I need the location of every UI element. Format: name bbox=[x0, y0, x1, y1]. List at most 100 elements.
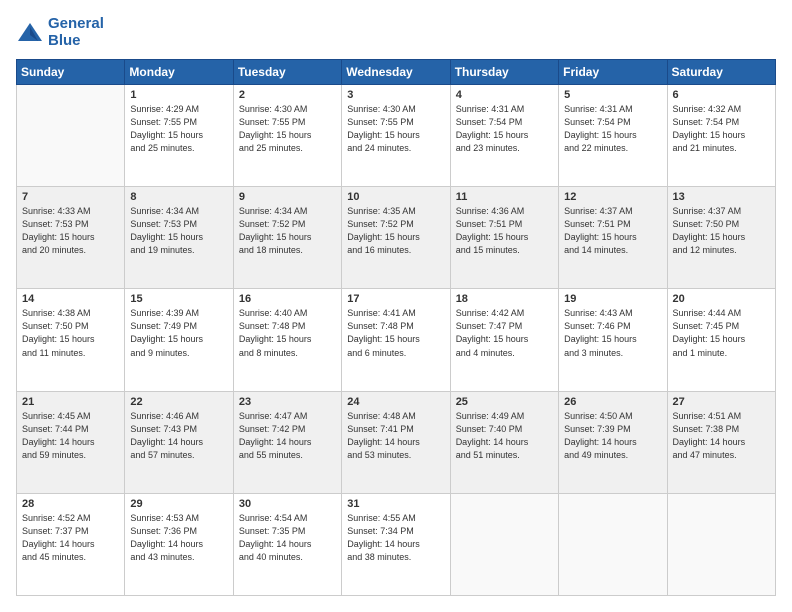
header-row: SundayMondayTuesdayWednesdayThursdayFrid… bbox=[17, 60, 776, 85]
day-number: 19 bbox=[564, 293, 661, 305]
day-info: Sunrise: 4:32 AMSunset: 7:54 PMDaylight:… bbox=[673, 103, 770, 155]
week-row-2: 7 Sunrise: 4:33 AMSunset: 7:53 PMDaylight… bbox=[17, 187, 776, 289]
day-info: Sunrise: 4:31 AMSunset: 7:54 PMDaylight:… bbox=[564, 103, 661, 155]
day-number: 21 bbox=[22, 396, 119, 408]
day-info: Sunrise: 4:49 AMSunset: 7:40 PMDaylight:… bbox=[456, 410, 553, 462]
day-info: Sunrise: 4:45 AMSunset: 7:44 PMDaylight:… bbox=[22, 410, 119, 462]
day-number: 22 bbox=[130, 396, 227, 408]
day-info: Sunrise: 4:44 AMSunset: 7:45 PMDaylight:… bbox=[673, 307, 770, 359]
day-info: Sunrise: 4:51 AMSunset: 7:38 PMDaylight:… bbox=[673, 410, 770, 462]
day-info: Sunrise: 4:50 AMSunset: 7:39 PMDaylight:… bbox=[564, 410, 661, 462]
week-row-5: 28 Sunrise: 4:52 AMSunset: 7:37 PMDayligh… bbox=[17, 493, 776, 595]
day-cell: 30 Sunrise: 4:54 AMSunset: 7:35 PMDayligh… bbox=[233, 493, 341, 595]
day-info: Sunrise: 4:30 AMSunset: 7:55 PMDaylight:… bbox=[239, 103, 336, 155]
day-number: 7 bbox=[22, 191, 119, 203]
day-info: Sunrise: 4:39 AMSunset: 7:49 PMDaylight:… bbox=[130, 307, 227, 359]
week-row-4: 21 Sunrise: 4:45 AMSunset: 7:44 PMDayligh… bbox=[17, 391, 776, 493]
day-cell: 31Sunrise: 4:55 AMSunset: 7:34 PMDayligh… bbox=[342, 493, 450, 595]
day-cell: 16 Sunrise: 4:40 AMSunset: 7:48 PMDayligh… bbox=[233, 289, 341, 391]
day-cell: 19 Sunrise: 4:43 AMSunset: 7:46 PMDayligh… bbox=[559, 289, 667, 391]
day-number: 14 bbox=[22, 293, 119, 305]
day-number: 26 bbox=[564, 396, 661, 408]
day-cell: 7 Sunrise: 4:33 AMSunset: 7:53 PMDaylight… bbox=[17, 187, 125, 289]
day-cell: 6 Sunrise: 4:32 AMSunset: 7:54 PMDaylight… bbox=[667, 85, 775, 187]
day-cell: 2 Sunrise: 4:30 AMSunset: 7:55 PMDaylight… bbox=[233, 85, 341, 187]
day-cell: 4 Sunrise: 4:31 AMSunset: 7:54 PMDaylight… bbox=[450, 85, 558, 187]
header-cell-tuesday: Tuesday bbox=[233, 60, 341, 85]
day-number: 1 bbox=[130, 89, 227, 101]
logo: General Blue bbox=[16, 16, 104, 49]
day-number: 5 bbox=[564, 89, 661, 101]
day-number: 2 bbox=[239, 89, 336, 101]
day-cell bbox=[559, 493, 667, 595]
day-number: 6 bbox=[673, 89, 770, 101]
day-cell: 28 Sunrise: 4:52 AMSunset: 7:37 PMDayligh… bbox=[17, 493, 125, 595]
day-cell: 13 Sunrise: 4:37 AMSunset: 7:50 PMDayligh… bbox=[667, 187, 775, 289]
day-number: 27 bbox=[673, 396, 770, 408]
day-cell bbox=[17, 85, 125, 187]
day-cell: 8 Sunrise: 4:34 AMSunset: 7:53 PMDaylight… bbox=[125, 187, 233, 289]
header-cell-wednesday: Wednesday bbox=[342, 60, 450, 85]
header-cell-saturday: Saturday bbox=[667, 60, 775, 85]
day-cell: 26 Sunrise: 4:50 AMSunset: 7:39 PMDayligh… bbox=[559, 391, 667, 493]
day-cell: 1 Sunrise: 4:29 AMSunset: 7:55 PMDaylight… bbox=[125, 85, 233, 187]
day-info: Sunrise: 4:36 AMSunset: 7:51 PMDaylight:… bbox=[456, 205, 553, 257]
header-cell-monday: Monday bbox=[125, 60, 233, 85]
day-info: Sunrise: 4:43 AMSunset: 7:46 PMDaylight:… bbox=[564, 307, 661, 359]
day-info: Sunrise: 4:33 AMSunset: 7:53 PMDaylight:… bbox=[22, 205, 119, 257]
day-number: 30 bbox=[239, 498, 336, 510]
day-cell: 27 Sunrise: 4:51 AMSunset: 7:38 PMDayligh… bbox=[667, 391, 775, 493]
day-cell: 14Sunrise: 4:38 AMSunset: 7:50 PMDayligh… bbox=[17, 289, 125, 391]
day-info: Sunrise: 4:35 AMSunset: 7:52 PMDaylight:… bbox=[347, 205, 444, 257]
day-info: Sunrise: 4:34 AMSunset: 7:53 PMDaylight:… bbox=[130, 205, 227, 257]
day-info: Sunrise: 4:37 AMSunset: 7:51 PMDaylight:… bbox=[564, 205, 661, 257]
day-cell: 21 Sunrise: 4:45 AMSunset: 7:44 PMDayligh… bbox=[17, 391, 125, 493]
day-info: Sunrise: 4:47 AMSunset: 7:42 PMDaylight:… bbox=[239, 410, 336, 462]
day-number: 4 bbox=[456, 89, 553, 101]
header: General Blue bbox=[16, 16, 776, 49]
day-info: Sunrise: 4:31 AMSunset: 7:54 PMDaylight:… bbox=[456, 103, 553, 155]
day-number: 13 bbox=[673, 191, 770, 203]
day-cell: 17 Sunrise: 4:41 AMSunset: 7:48 PMDayligh… bbox=[342, 289, 450, 391]
day-number: 25 bbox=[456, 396, 553, 408]
day-info: Sunrise: 4:37 AMSunset: 7:50 PMDaylight:… bbox=[673, 205, 770, 257]
day-number: 17 bbox=[347, 293, 444, 305]
day-cell: 11 Sunrise: 4:36 AMSunset: 7:51 PMDayligh… bbox=[450, 187, 558, 289]
day-cell: 24 Sunrise: 4:48 AMSunset: 7:41 PMDayligh… bbox=[342, 391, 450, 493]
logo-icon bbox=[16, 21, 44, 45]
day-cell: 15Sunrise: 4:39 AMSunset: 7:49 PMDayligh… bbox=[125, 289, 233, 391]
day-cell: 25 Sunrise: 4:49 AMSunset: 7:40 PMDayligh… bbox=[450, 391, 558, 493]
day-info: Sunrise: 4:52 AMSunset: 7:37 PMDaylight:… bbox=[22, 512, 119, 564]
day-number: 28 bbox=[22, 498, 119, 510]
header-cell-thursday: Thursday bbox=[450, 60, 558, 85]
day-cell: 5 Sunrise: 4:31 AMSunset: 7:54 PMDaylight… bbox=[559, 85, 667, 187]
day-number: 8 bbox=[130, 191, 227, 203]
week-row-3: 14Sunrise: 4:38 AMSunset: 7:50 PMDayligh… bbox=[17, 289, 776, 391]
day-info: Sunrise: 4:29 AMSunset: 7:55 PMDaylight:… bbox=[130, 103, 227, 155]
day-cell: 10Sunrise: 4:35 AMSunset: 7:52 PMDayligh… bbox=[342, 187, 450, 289]
day-number: 9 bbox=[239, 191, 336, 203]
day-cell: 29Sunrise: 4:53 AMSunset: 7:36 PMDayligh… bbox=[125, 493, 233, 595]
day-number: 23 bbox=[239, 396, 336, 408]
day-info: Sunrise: 4:40 AMSunset: 7:48 PMDaylight:… bbox=[239, 307, 336, 359]
day-info: Sunrise: 4:30 AMSunset: 7:55 PMDaylight:… bbox=[347, 103, 444, 155]
day-cell: 12 Sunrise: 4:37 AMSunset: 7:51 PMDayligh… bbox=[559, 187, 667, 289]
day-info: Sunrise: 4:53 AMSunset: 7:36 PMDaylight:… bbox=[130, 512, 227, 564]
day-number: 11 bbox=[456, 191, 553, 203]
day-info: Sunrise: 4:41 AMSunset: 7:48 PMDaylight:… bbox=[347, 307, 444, 359]
header-cell-friday: Friday bbox=[559, 60, 667, 85]
day-number: 16 bbox=[239, 293, 336, 305]
day-cell: 18Sunrise: 4:42 AMSunset: 7:47 PMDayligh… bbox=[450, 289, 558, 391]
day-info: Sunrise: 4:48 AMSunset: 7:41 PMDaylight:… bbox=[347, 410, 444, 462]
day-info: Sunrise: 4:46 AMSunset: 7:43 PMDaylight:… bbox=[130, 410, 227, 462]
day-cell: 22 Sunrise: 4:46 AMSunset: 7:43 PMDayligh… bbox=[125, 391, 233, 493]
day-cell: 20Sunrise: 4:44 AMSunset: 7:45 PMDayligh… bbox=[667, 289, 775, 391]
day-number: 24 bbox=[347, 396, 444, 408]
day-number: 12 bbox=[564, 191, 661, 203]
day-info: Sunrise: 4:42 AMSunset: 7:47 PMDaylight:… bbox=[456, 307, 553, 359]
day-cell: 23 Sunrise: 4:47 AMSunset: 7:42 PMDayligh… bbox=[233, 391, 341, 493]
day-info: Sunrise: 4:55 AMSunset: 7:34 PMDaylight:… bbox=[347, 512, 444, 564]
day-info: Sunrise: 4:54 AMSunset: 7:35 PMDaylight:… bbox=[239, 512, 336, 564]
week-row-1: 1 Sunrise: 4:29 AMSunset: 7:55 PMDaylight… bbox=[17, 85, 776, 187]
calendar-table: SundayMondayTuesdayWednesdayThursdayFrid… bbox=[16, 59, 776, 596]
